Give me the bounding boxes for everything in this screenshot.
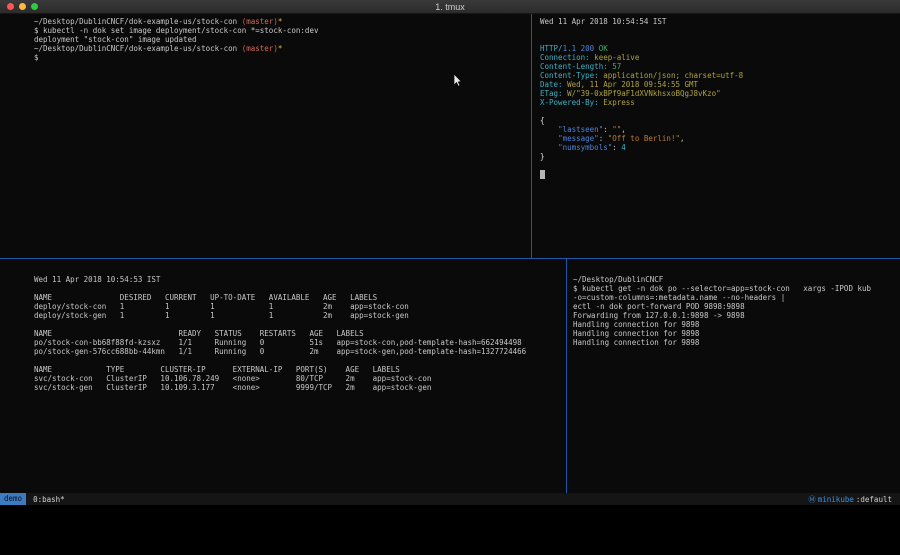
terminal-line: Content-Type: application/json; charset=… <box>540 71 896 80</box>
minikube-context-name: minikube <box>818 495 854 504</box>
terminal-line: "message": "Off to Berlin!", <box>540 134 896 143</box>
terminal-line: -o=custom-columns=:metadata.name --no-he… <box>573 293 898 302</box>
pane-divider-horizontal[interactable] <box>0 258 900 259</box>
terminal-line: { <box>540 116 896 125</box>
terminal-line: } <box>540 152 896 161</box>
terminal-line: deploy/stock-gen 1 1 1 1 2m app=stock-ge… <box>34 311 560 320</box>
terminal-line: $ kubectl get -n dok po --selector=app=s… <box>573 284 898 293</box>
window-tab-bash[interactable]: 0:bash* <box>33 495 65 504</box>
terminal-line: ~/Desktop/DublinCNCF/dok-example-us/stoc… <box>34 17 525 26</box>
terminal-line: svc/stock-gen ClusterIP 10.109.3.177 <no… <box>34 383 560 392</box>
terminal-line: HTTP/1.1 200 OK <box>540 44 896 53</box>
tmux-session: ~/Desktop/DublinCNCF/dok-example-us/stoc… <box>0 14 900 493</box>
text-cursor <box>540 170 545 179</box>
terminal-line: Connection: keep-alive <box>540 53 896 62</box>
terminal-line: Handling connection for 9898 <box>573 329 898 338</box>
terminal-line <box>540 26 896 35</box>
terminal-line: Date: Wed, 11 Apr 2018 09:54:55 GMT <box>540 80 896 89</box>
pane-top-left-shell[interactable]: ~/Desktop/DublinCNCF/dok-example-us/stoc… <box>0 14 531 258</box>
pane-divider-vertical-top[interactable] <box>531 14 532 258</box>
terminal-window: 1. tmux ~/Desktop/DublinCNCF/dok-example… <box>0 0 900 505</box>
desktop-background: 1. tmux ~/Desktop/DublinCNCF/dok-example… <box>0 0 900 555</box>
terminal-line: Handling connection for 9898 <box>573 320 898 329</box>
window-titlebar[interactable]: 1. tmux <box>0 0 900 14</box>
minimize-button[interactable] <box>19 3 26 10</box>
session-name-badge[interactable]: demo <box>0 493 26 505</box>
terminal-line: $ <box>34 53 525 62</box>
terminal-line: Handling connection for 9898 <box>573 338 898 347</box>
terminal-line <box>540 35 896 44</box>
terminal-line <box>540 107 896 116</box>
terminal-line <box>540 161 896 170</box>
terminal-line <box>34 356 560 365</box>
terminal-line: NAME READY STATUS RESTARTS AGE LABELS <box>34 329 560 338</box>
terminal-line <box>540 170 896 179</box>
minikube-namespace: :default <box>856 495 892 504</box>
terminal-line: svc/stock-con ClusterIP 10.106.78.249 <n… <box>34 374 560 383</box>
terminal-line: X-Powered-By: Express <box>540 98 896 107</box>
minikube-icon: Ⓜ <box>808 494 816 505</box>
terminal-line: "lastseen": "", <box>540 125 896 134</box>
terminal-line <box>34 284 560 293</box>
traffic-lights <box>7 3 38 10</box>
terminal-line: NAME TYPE CLUSTER-IP EXTERNAL-IP PORT(S)… <box>34 365 560 374</box>
pane-divider-vertical-bottom[interactable] <box>566 259 567 493</box>
close-button[interactable] <box>7 3 14 10</box>
pane-top-right-http-response[interactable]: Wed 11 Apr 2018 10:54:54 IST HTTP/1.1 200… <box>532 14 900 258</box>
terminal-line: NAME DESIRED CURRENT UP-TO-DATE AVAILABL… <box>34 293 560 302</box>
terminal-line: po/stock-gen-576cc688bb-44kmn 1/1 Runnin… <box>34 347 560 356</box>
minikube-context-status: Ⓜ minikube:default <box>808 494 892 505</box>
terminal-line: po/stock-con-bb68f88fd-kzsxz 1/1 Running… <box>34 338 560 347</box>
terminal-line: $ kubectl -n dok set image deployment/st… <box>34 26 525 35</box>
terminal-line: ~/Desktop/DublinCNCF <box>573 275 898 284</box>
terminal-line: deployment "stock-con" image updated <box>34 35 525 44</box>
terminal-line: ~/Desktop/DublinCNCF/dok-example-us/stoc… <box>34 44 525 53</box>
terminal-line: Forwarding from 127.0.0.1:9898 -> 9898 <box>573 311 898 320</box>
terminal-line: "numsymbols": 4 <box>540 143 896 152</box>
terminal-line: deploy/stock-con 1 1 1 1 2m app=stock-co… <box>34 302 560 311</box>
terminal-line: Wed 11 Apr 2018 10:54:53 IST <box>34 275 560 284</box>
terminal-line: ETag: W/"39-0xBPf9aF1dXVNkhsxoBQgJ8vKzo" <box>540 89 896 98</box>
terminal-line: Content-Length: 57 <box>540 62 896 71</box>
terminal-line: ectl -n dok port-forward POD 9898:9898 <box>573 302 898 311</box>
mouse-cursor <box>454 74 463 87</box>
pane-bottom-right-port-forward[interactable]: ~/Desktop/DublinCNCF$ kubectl get -n dok… <box>567 259 900 493</box>
zoom-button[interactable] <box>31 3 38 10</box>
terminal-line <box>34 320 560 329</box>
terminal-line: Wed 11 Apr 2018 10:54:54 IST <box>540 17 896 26</box>
pane-bottom-left-kubectl-watch[interactable]: Wed 11 Apr 2018 10:54:53 IST NAME DESIRED… <box>0 259 566 493</box>
window-title: 1. tmux <box>0 2 900 12</box>
tmux-status-bar: demo 0:bash* Ⓜ minikube:default <box>0 493 900 505</box>
